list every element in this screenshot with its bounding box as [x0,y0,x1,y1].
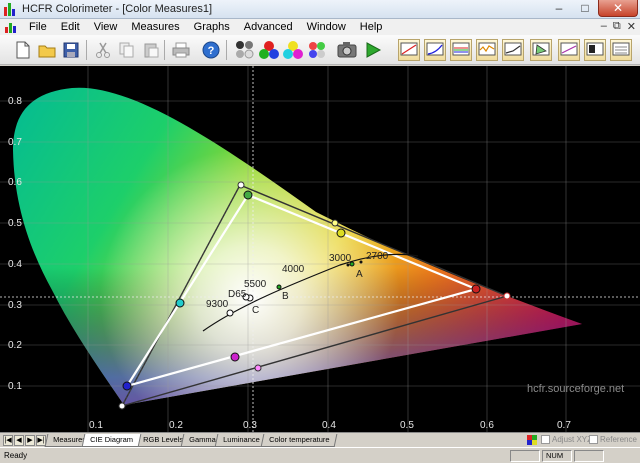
toolbar: ? [0,35,640,65]
save-icon[interactable] [60,39,82,61]
menu-edit[interactable]: Edit [54,21,87,33]
illuminant-label-c: C [252,305,259,316]
measure-gray-scale-icon[interactable] [234,39,256,61]
tab-color-temperature[interactable]: Color temperature [260,434,338,447]
camera-icon[interactable] [336,39,358,61]
new-document-icon[interactable] [12,39,34,61]
menu-graphs[interactable]: Graphs [187,21,237,33]
rgb-levels-graph-icon[interactable] [450,39,472,61]
tab-first-button[interactable]: |◀ [3,435,13,446]
reference-label: Reference [600,435,637,444]
menu-file[interactable]: File [22,21,54,33]
help-icon[interactable]: ? [200,39,222,61]
status-text: Ready [4,451,28,460]
cut-icon[interactable] [92,39,114,61]
luminance-graph-icon[interactable] [398,39,420,61]
cct-label-9300: 9300 [206,299,229,310]
adjust-xyz-box[interactable] [541,435,550,444]
menu-advanced[interactable]: Advanced [237,21,300,33]
illuminant-label-b: B [282,291,289,302]
reference-checkbox[interactable]: Reference [589,435,637,444]
window-title: HCFR Colorimeter - [Color Measures1] [22,3,213,15]
y-tick-0.4: 0.4 [8,259,22,270]
mdi-close-button[interactable]: ✕ [627,20,636,33]
tab-prev-button[interactable]: ◀ [14,435,24,446]
svg-text:?: ? [208,45,215,57]
tab-next-button[interactable]: ▶ [25,435,35,446]
close-button[interactable]: ✕ [598,0,638,17]
cct-label-3000: 3000 [329,253,352,264]
x-tick-0.3: 0.3 [243,420,257,431]
near-black-graph-icon[interactable] [502,39,524,61]
cct-label-2700: 2700 [366,251,389,262]
x-tick-0.5: 0.5 [400,420,414,431]
reference-swatch-icon[interactable] [527,435,537,445]
maximize-button[interactable]: □ [572,0,598,17]
x-tick-0.2: 0.2 [169,420,183,431]
y-tick-0.8: 0.8 [8,96,22,107]
sheet-tab-bar: |◀ ◀ ▶ ▶| Measures CIE Diagram RGB Level… [0,432,640,447]
tab-cie-diagram[interactable]: CIE Diagram [81,434,142,447]
y-tick-0.1: 0.1 [8,381,22,392]
app-icon [4,3,17,16]
watermark: hcfr.sourceforge.net [527,383,624,395]
cct-label-d65: D65 [228,289,247,300]
open-folder-icon[interactable] [36,39,58,61]
adjust-xyz-label: Adjust XYZ [552,435,593,444]
color-temperature-graph-icon[interactable] [476,39,498,61]
menu-view[interactable]: View [87,21,125,33]
y-tick-0.6: 0.6 [8,177,22,188]
cie-graph-icon[interactable] [530,39,552,61]
menu-window[interactable]: Window [300,21,353,33]
contrast-graph-icon[interactable] [584,39,606,61]
saturation-graph-icon[interactable] [558,39,580,61]
y-tick-0.3: 0.3 [8,300,22,311]
status-panel-scroll [574,450,604,462]
cie-diagram[interactable]: 2700 3000 4000 5500 9300 D65 A B C 0.8 0… [0,66,640,432]
measure-primaries-icon[interactable] [258,39,280,61]
y-tick-0.2: 0.2 [8,340,22,351]
copy-icon[interactable] [116,39,138,61]
x-tick-0.7: 0.7 [557,420,571,431]
x-tick-0.6: 0.6 [480,420,494,431]
paste-icon[interactable] [140,39,162,61]
gamma-graph-icon[interactable] [424,39,446,61]
cct-label-4000: 4000 [282,264,305,275]
mdi-minimize-button[interactable]: – [601,20,607,33]
measure-secondaries-icon[interactable] [282,39,304,61]
cct-label-5500: 5500 [244,279,267,290]
menu-help[interactable]: Help [353,21,390,33]
menu-bar: File Edit View Measures Graphs Advanced … [0,19,640,35]
reference-box[interactable] [589,435,598,444]
print-icon[interactable] [170,39,192,61]
title-bar: HCFR Colorimeter - [Color Measures1] – □… [0,0,640,19]
y-tick-0.5: 0.5 [8,218,22,229]
x-tick-0.1: 0.1 [89,420,103,431]
status-panel-num: NUM [542,450,572,462]
document-system-menu-icon[interactable] [4,21,18,33]
y-tick-0.7: 0.7 [8,137,22,148]
play-icon[interactable] [362,39,384,61]
measures-graph-icon[interactable] [610,39,632,61]
mdi-restore-button[interactable]: ⧉ [613,20,621,33]
measure-saturations-icon[interactable] [306,39,328,61]
x-tick-0.4: 0.4 [322,420,336,431]
status-num: NUM [546,451,564,460]
minimize-button[interactable]: – [546,0,572,17]
adjust-xyz-checkbox[interactable]: Adjust XYZ [541,435,592,444]
status-panel-cap [510,450,540,462]
illuminant-label-a: A [356,269,363,280]
spectral-locus [13,87,582,405]
status-bar: Ready NUM [0,447,640,463]
menu-measures[interactable]: Measures [124,21,186,33]
